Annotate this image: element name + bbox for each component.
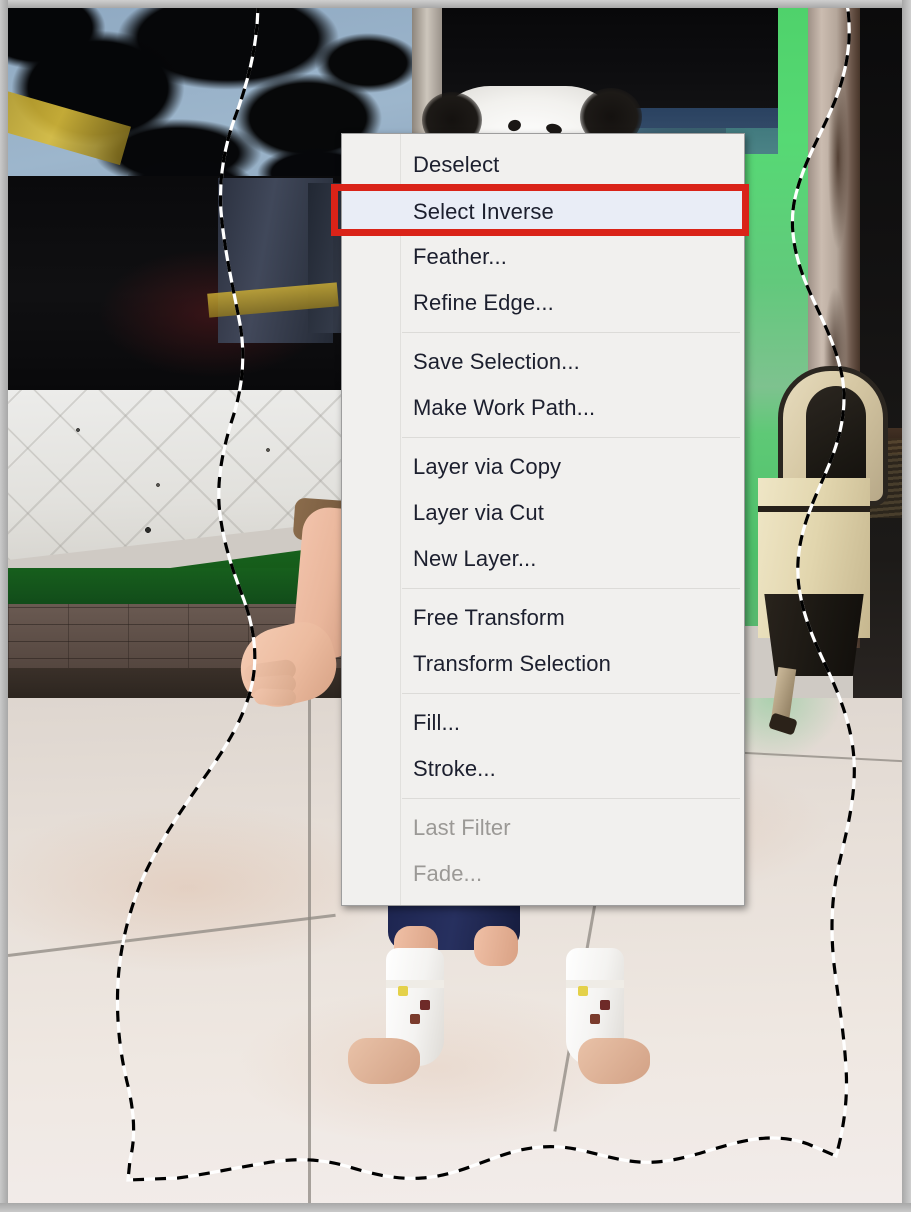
tile-grout-line	[308, 698, 311, 1203]
sock-decoration	[578, 986, 588, 996]
menu-separator	[342, 792, 744, 805]
post-stain	[828, 68, 848, 248]
menu-item-make-work-path[interactable]: Make Work Path...	[342, 385, 744, 431]
sock-cuff-left	[386, 980, 444, 988]
menu-item-layer-via-copy[interactable]: Layer via Copy	[342, 444, 744, 490]
frame-border-top	[0, 0, 911, 8]
menu-item-fade: Fade...	[413, 861, 483, 886]
sock-cuff-right	[566, 980, 624, 988]
child-foot-right	[578, 1038, 650, 1084]
child-leg-right	[474, 926, 518, 966]
menu-separator	[342, 582, 744, 595]
sock-decoration	[398, 986, 408, 996]
menu-item-save-selection[interactable]: Save Selection...	[342, 339, 744, 385]
menu-separator	[342, 431, 744, 444]
menu-item-select-inverse[interactable]: Select Inverse	[342, 188, 744, 234]
menu-item-layer-via-cut[interactable]: Layer via Cut	[342, 490, 744, 536]
menu-item-last-filter: Last Filter	[413, 815, 511, 840]
sock-decoration	[590, 1014, 600, 1024]
menu-items-container: Deselect Select Inverse Feather... Refine E…	[342, 142, 744, 897]
menu-item-refine-edge[interactable]: Refine Edge...	[342, 280, 744, 326]
menu-item-stroke[interactable]: Stroke...	[342, 746, 744, 792]
child-finger	[253, 688, 297, 706]
menu-item-transform-selection[interactable]: Transform Selection	[342, 641, 744, 687]
frame-border-right	[902, 0, 911, 1212]
menu-separator	[342, 326, 744, 339]
chair-base	[764, 594, 864, 676]
menu-item-fill[interactable]: Fill...	[342, 700, 744, 746]
sock-decoration	[410, 1014, 420, 1024]
frame-border-left	[0, 0, 8, 1212]
chair-rim	[758, 506, 870, 512]
screenshot-root: Deselect Select Inverse Feather... Refine E…	[0, 0, 911, 1212]
selection-context-menu[interactable]: Deselect Select Inverse Feather... Refine E…	[341, 133, 745, 906]
menu-item-deselect[interactable]: Deselect	[342, 142, 744, 188]
menu-separator	[342, 687, 744, 700]
sock-decoration	[600, 1000, 610, 1010]
menu-item-new-layer[interactable]: New Layer...	[342, 536, 744, 582]
menu-item-free-transform[interactable]: Free Transform	[342, 595, 744, 641]
frame-border-bottom	[0, 1203, 911, 1212]
sock-decoration	[420, 1000, 430, 1010]
child-foot-left	[348, 1038, 420, 1084]
menu-item-feather[interactable]: Feather...	[342, 234, 744, 280]
